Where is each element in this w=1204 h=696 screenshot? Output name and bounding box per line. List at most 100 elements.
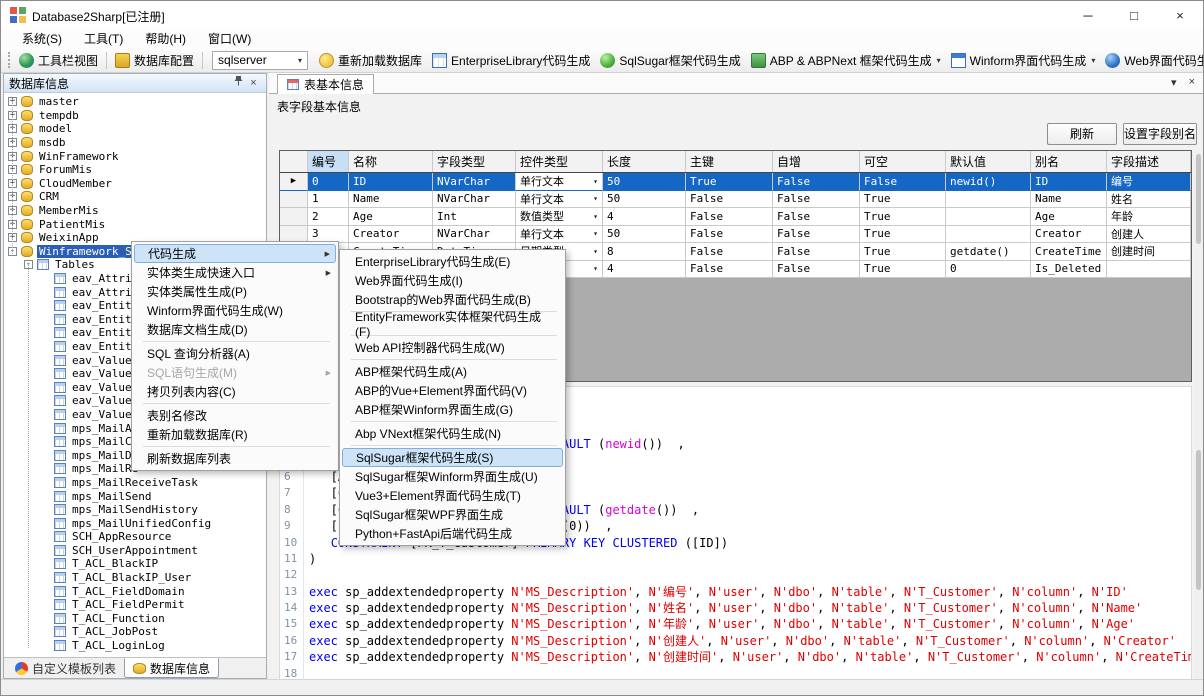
grid-cell[interactable] [946, 226, 1031, 244]
grid-cell[interactable]: Is_Deleted [1031, 261, 1107, 279]
grid-cell[interactable]: 4 [603, 261, 686, 279]
submenu-item[interactable]: Web界面代码生成(I) [342, 271, 563, 290]
grid-cell[interactable]: ID [1031, 173, 1107, 191]
grid-row[interactable]: 1NameNVarChar单行文本▾50FalseFalseTrueName姓名 [280, 191, 1191, 209]
tree-database-item[interactable]: +tempdb [4, 109, 266, 123]
grid-column-header[interactable]: 长度 [603, 151, 686, 172]
grid-cell[interactable]: newid() [946, 173, 1031, 191]
left-bottom-tab[interactable]: 自定义模板列表 [7, 658, 124, 678]
menu-item[interactable]: 系统(S) [11, 30, 73, 47]
tree-database-item[interactable]: +model [4, 122, 266, 136]
grid-cell[interactable]: 50 [603, 191, 686, 209]
grid-cell[interactable]: 创建人 [1107, 226, 1191, 244]
grid-cell[interactable]: True [860, 261, 946, 279]
db-type-combobox[interactable]: sqlserver▾ [212, 51, 308, 70]
context-menu-item[interactable]: 表别名修改 [134, 406, 336, 425]
submenu-item[interactable]: Abp VNext框架代码生成(N) [342, 424, 563, 443]
tree-database-item[interactable]: +CRM [4, 190, 266, 204]
context-menu-item[interactable]: 数据库文档生成(D) [134, 320, 336, 339]
combo-dropdown-icon[interactable]: ▾ [593, 264, 598, 273]
refresh-button[interactable]: 刷新 [1047, 123, 1117, 145]
tree-table-item[interactable]: mps_MailSend [4, 489, 266, 503]
grid-cell[interactable]: True [860, 226, 946, 244]
menu-item[interactable]: 窗口(W) [197, 30, 262, 47]
tree-table-item[interactable]: mps_MailUnifiedConfig [4, 516, 266, 530]
toolbar-button[interactable]: 工具栏视图 [14, 50, 103, 71]
close-button[interactable]: × [1157, 1, 1203, 31]
grid-cell[interactable]: 2 [308, 208, 349, 226]
tree-table-item[interactable]: T_ACL_FieldPermit [4, 598, 266, 612]
grid-cell[interactable]: Name [1031, 191, 1107, 209]
grid-row[interactable]: 2AgeInt数值类型▾4FalseFalseTrueAge年龄 [280, 208, 1191, 226]
set-field-alias-button[interactable]: 设置字段别名 [1123, 123, 1197, 145]
tree-table-item[interactable]: mps_MailSendHistory [4, 503, 266, 517]
minimize-button[interactable]: ─ [1065, 1, 1111, 31]
submenu-item[interactable]: ABP框架代码生成(A) [342, 362, 563, 381]
tab-close-icon[interactable]: × [1189, 76, 1195, 89]
tree-database-item[interactable]: +WinFramework [4, 149, 266, 163]
code-vertical-scrollbar[interactable] [1196, 450, 1201, 590]
grid-cell[interactable]: NVarChar [433, 226, 516, 244]
pin-icon[interactable] [231, 75, 246, 91]
grid-cell[interactable]: 单行文本▾ [516, 191, 603, 209]
grid-cell[interactable]: 单行文本▾ [516, 173, 603, 191]
context-menu-item[interactable]: 重新加载数据库(R) [134, 425, 336, 444]
submenu-item[interactable]: ABP框架Winform界面生成(G) [342, 400, 563, 419]
grid-cell[interactable]: False [773, 261, 860, 279]
tree-database-item[interactable]: +MemberMis [4, 204, 266, 218]
grid-vertical-scrollbar[interactable] [1196, 154, 1201, 244]
grid-cell[interactable]: 编号 [1107, 173, 1191, 191]
tree-table-item[interactable]: T_ACL_BlackIP_User [4, 571, 266, 585]
grid-cell[interactable]: False [773, 208, 860, 226]
tree-database-item[interactable]: +ForumMis [4, 163, 266, 177]
submenu-item[interactable]: SqlSugar框架Winform界面生成(U) [342, 467, 563, 486]
combo-dropdown-icon[interactable]: ▾ [593, 194, 598, 203]
grid-row[interactable]: ▶0IDNVarChar单行文本▾50TrueFalseFalsenewid()… [280, 173, 1191, 191]
combo-dropdown-icon[interactable]: ▾ [593, 247, 598, 256]
toolbar-button[interactable]: 重新加载数据库 [314, 50, 427, 71]
grid-cell[interactable]: 50 [603, 226, 686, 244]
tree-database-item[interactable]: +PatientMis [4, 217, 266, 231]
grid-cell[interactable]: Age [349, 208, 433, 226]
tree-table-item[interactable]: T_ACL_FieldDomain [4, 584, 266, 598]
context-menu-item[interactable]: 刷新数据库列表 [134, 449, 336, 468]
grid-cell[interactable]: 姓名 [1107, 191, 1191, 209]
grid-column-header[interactable]: 可空 [860, 151, 946, 172]
submenu-item[interactable]: Vue3+Element界面代码生成(T) [342, 486, 563, 505]
submenu-item[interactable]: Python+FastApi后端代码生成 [342, 524, 563, 543]
context-menu-item[interactable]: 拷贝列表内容(C) [134, 382, 336, 401]
grid-cell[interactable]: False [860, 173, 946, 191]
left-bottom-tab[interactable]: 数据库信息 [124, 658, 219, 678]
tree-table-item[interactable]: mps_MailReceiveTask [4, 476, 266, 490]
toolbar-button[interactable]: SqlSugar框架代码生成 [595, 50, 745, 71]
grid-cell[interactable]: Age [1031, 208, 1107, 226]
tree-table-item[interactable]: T_ACL_BlackIP [4, 557, 266, 571]
grid-cell[interactable]: False [773, 243, 860, 261]
grid-cell[interactable]: True [686, 173, 773, 191]
grid-row-header[interactable]: ▶ [280, 173, 308, 191]
grid-cell[interactable]: 年龄 [1107, 208, 1191, 226]
context-menu-item[interactable]: Winform界面代码生成(W) [134, 301, 336, 320]
submenu-item[interactable]: Web API控制器代码生成(W) [342, 338, 563, 357]
grid-cell[interactable]: False [686, 261, 773, 279]
grid-column-header[interactable]: 别名 [1031, 151, 1107, 172]
grid-cell[interactable]: False [686, 191, 773, 209]
grid-cell[interactable]: NVarChar [433, 191, 516, 209]
grid-cell[interactable] [946, 208, 1031, 226]
tree-table-item[interactable]: SCH_AppResource [4, 530, 266, 544]
grid-cell[interactable]: 8 [603, 243, 686, 261]
tree-table-item[interactable]: T_ACL_JobPost [4, 625, 266, 639]
submenu-item[interactable]: SqlSugar框架代码生成(S) [342, 448, 563, 467]
context-menu-item[interactable]: SQL语句生成(M)▶ [134, 363, 336, 382]
tree-database-item[interactable]: +msdb [4, 136, 266, 150]
toolbar-button[interactable]: ABP & ABPNext 框架代码生成▾ [746, 50, 946, 71]
grid-cell[interactable]: Int [433, 208, 516, 226]
grid-column-header[interactable]: 控件类型 [516, 151, 603, 172]
grid-cell[interactable]: Creator [349, 226, 433, 244]
context-menu-item[interactable]: 实体类生成快速入口▶ [134, 263, 336, 282]
submenu-item[interactable]: EntityFramework实体框架代码生成(F) [342, 314, 563, 333]
grid-cell[interactable]: True [860, 191, 946, 209]
grid-column-header[interactable]: 字段描述 [1107, 151, 1191, 172]
grid-cell[interactable]: False [686, 226, 773, 244]
combo-dropdown-icon[interactable]: ▾ [593, 229, 598, 238]
